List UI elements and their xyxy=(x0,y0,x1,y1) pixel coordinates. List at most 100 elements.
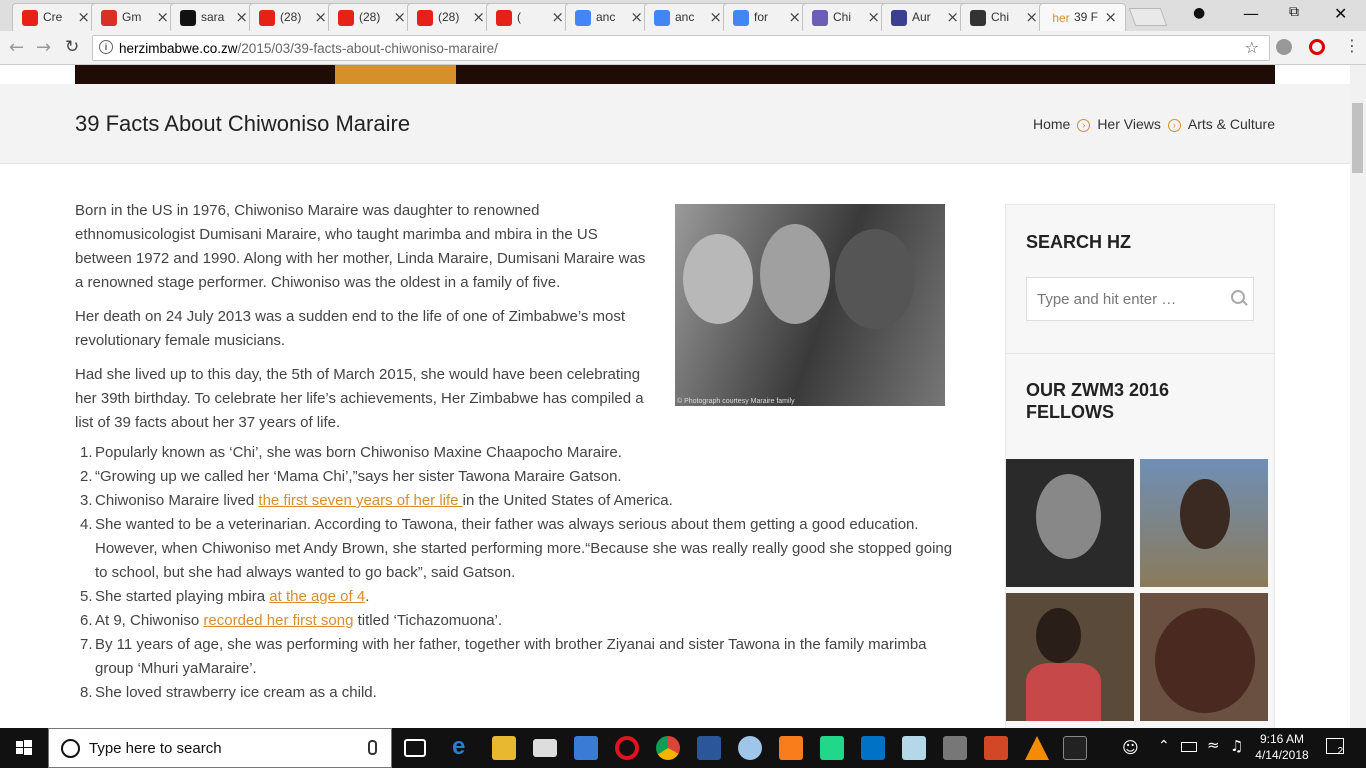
browser-tab[interactable]: (28) × xyxy=(328,3,415,31)
terminal-icon[interactable] xyxy=(1063,736,1087,760)
fellow-photo[interactable] xyxy=(1006,593,1134,721)
edge-icon[interactable]: e xyxy=(452,733,476,760)
notepad-icon[interactable] xyxy=(902,736,926,760)
browser-tab[interactable]: her 39 F × xyxy=(1039,3,1126,31)
sublime-icon[interactable] xyxy=(779,736,803,760)
restore-button[interactable]: ⧉ xyxy=(1289,4,1299,20)
tab-title: ( xyxy=(517,10,521,24)
fact-link[interactable]: at the age of 4 xyxy=(269,588,365,605)
battery-icon[interactable] xyxy=(1181,742,1197,752)
tab-close-icon[interactable]: × xyxy=(235,8,248,26)
photos-icon[interactable] xyxy=(943,736,967,760)
browser-tab[interactable]: (28) × xyxy=(249,3,336,31)
tab-close-icon[interactable]: × xyxy=(946,8,959,26)
start-button[interactable] xyxy=(0,728,48,768)
close-window-button[interactable]: ✕ xyxy=(1334,4,1347,23)
word-icon[interactable] xyxy=(697,736,721,760)
google-icon xyxy=(654,10,670,26)
browser-tab[interactable]: anc × xyxy=(644,3,731,31)
task-view-icon[interactable] xyxy=(404,739,426,757)
tab-close-icon[interactable]: × xyxy=(472,8,485,26)
tab-close-icon[interactable]: × xyxy=(393,8,406,26)
menu-icon[interactable]: ⋮ xyxy=(1344,36,1360,55)
browser-tab[interactable]: Chi × xyxy=(960,3,1047,31)
tab-close-icon[interactable]: × xyxy=(709,8,722,26)
outlook-icon[interactable] xyxy=(861,736,885,760)
extension-icon[interactable] xyxy=(1276,39,1292,55)
microphone-icon[interactable] xyxy=(368,740,377,755)
browser-tab[interactable]: Cre × xyxy=(12,3,99,31)
wikipedia-icon xyxy=(970,10,986,26)
wifi-icon[interactable]: ≈ xyxy=(1207,736,1220,754)
tab-close-icon[interactable]: × xyxy=(630,8,643,26)
browser-tab[interactable]: for × xyxy=(723,3,810,31)
opera-extension-icon[interactable] xyxy=(1309,39,1325,55)
sidebar: SEARCH HZ OUR ZWM3 2016 FELLOWS xyxy=(1005,204,1275,728)
tab-close-icon[interactable]: × xyxy=(314,8,327,26)
taskbar-search-box[interactable]: Type here to search xyxy=(48,728,392,768)
browser-tab[interactable]: (28) × xyxy=(407,3,494,31)
tab-title: Aur xyxy=(912,10,931,24)
fact-text: Chiwoniso Maraire lived xyxy=(95,492,259,509)
fellow-photo[interactable] xyxy=(1006,459,1134,587)
browser-tab-strip: Cre × Gm × sara × (28) × (28) × (28) ×(× anc × anc × for… xyxy=(0,0,1366,31)
breadcrumb-home[interactable]: Home xyxy=(1033,116,1070,132)
browser-tab[interactable]: Gm × xyxy=(91,3,178,31)
tab-close-icon[interactable]: × xyxy=(867,8,880,26)
tab-close-icon[interactable]: × xyxy=(1025,8,1038,26)
bookmark-star-icon[interactable]: ☆ xyxy=(1245,38,1259,57)
breadcrumb-her-views[interactable]: Her Views xyxy=(1097,116,1161,132)
reload-icon[interactable]: ↻ xyxy=(65,37,79,57)
app-icon[interactable] xyxy=(574,736,598,760)
fact-item: 3. Chiwoniso Maraire lived the first seve… xyxy=(75,489,955,513)
info-icon[interactable]: i xyxy=(99,40,113,54)
page-scrollbar[interactable] xyxy=(1350,65,1366,728)
tab-close-icon[interactable]: × xyxy=(156,8,169,26)
fellow-photo[interactable] xyxy=(1140,593,1268,721)
search-input[interactable] xyxy=(1027,278,1217,320)
minimize-button[interactable]: — xyxy=(1243,4,1259,23)
gmail-icon xyxy=(101,10,117,26)
vlc-icon[interactable] xyxy=(1025,736,1049,760)
volume-icon[interactable]: ♫ xyxy=(1230,737,1243,755)
scrollbar-thumb[interactable] xyxy=(1352,103,1363,173)
fact-link[interactable]: the first seven years of her life xyxy=(258,492,462,509)
profile-icon[interactable]: ● xyxy=(1193,5,1205,21)
tab-close-icon[interactable]: × xyxy=(551,8,564,26)
browser-tab[interactable]: (× xyxy=(486,3,573,31)
tray-chevron-icon[interactable]: ⌃ xyxy=(1158,738,1170,754)
browser-tab[interactable]: anc × xyxy=(565,3,652,31)
url-text[interactable]: herzimbabwe.co.zw/2015/03/39-facts-about… xyxy=(119,41,498,56)
people-icon[interactable]: ☺ xyxy=(1122,738,1139,757)
fellow-photo[interactable] xyxy=(1140,459,1268,587)
fact-link[interactable]: recorded her first song xyxy=(203,612,353,629)
chrome-icon[interactable] xyxy=(656,736,680,760)
system-clock[interactable]: 9:16 AM 4/14/2018 xyxy=(1254,731,1310,763)
fact-item: 1. Popularly known as ‘Chi’, she was born… xyxy=(75,441,955,465)
file-explorer-icon[interactable] xyxy=(492,736,516,760)
search-icon[interactable] xyxy=(1231,290,1245,304)
browser-tab[interactable]: Chi × xyxy=(802,3,889,31)
tab-close-icon[interactable]: × xyxy=(788,8,801,26)
back-icon[interactable]: ← xyxy=(9,37,24,58)
tab-close-icon[interactable]: × xyxy=(77,8,90,26)
active-menu-accent[interactable] xyxy=(335,65,456,84)
youtube-icon xyxy=(496,10,512,26)
browser-tab[interactable]: Aur × xyxy=(881,3,968,31)
url-bar[interactable]: i herzimbabwe.co.zw/2015/03/39-facts-abo… xyxy=(92,35,1270,61)
notifications-icon[interactable]: 2 xyxy=(1326,738,1344,757)
opera-icon[interactable] xyxy=(615,736,639,760)
forward-icon[interactable]: → xyxy=(36,37,51,58)
youtube-icon xyxy=(338,10,354,26)
youtube-icon xyxy=(417,10,433,26)
mail-icon[interactable] xyxy=(533,739,557,757)
tab-close-icon[interactable]: × xyxy=(1104,8,1117,26)
fact-item: 8. She loved strawberry ice cream as a ch… xyxy=(75,681,955,705)
powerpoint-icon[interactable] xyxy=(984,736,1008,760)
breadcrumb-arts-culture[interactable]: Arts & Culture xyxy=(1188,116,1275,132)
new-tab-button[interactable] xyxy=(1128,8,1168,26)
search-box[interactable] xyxy=(1026,277,1254,321)
browser-tab[interactable]: sara × xyxy=(170,3,257,31)
paint-icon[interactable] xyxy=(738,736,762,760)
pycharm-icon[interactable] xyxy=(820,736,844,760)
